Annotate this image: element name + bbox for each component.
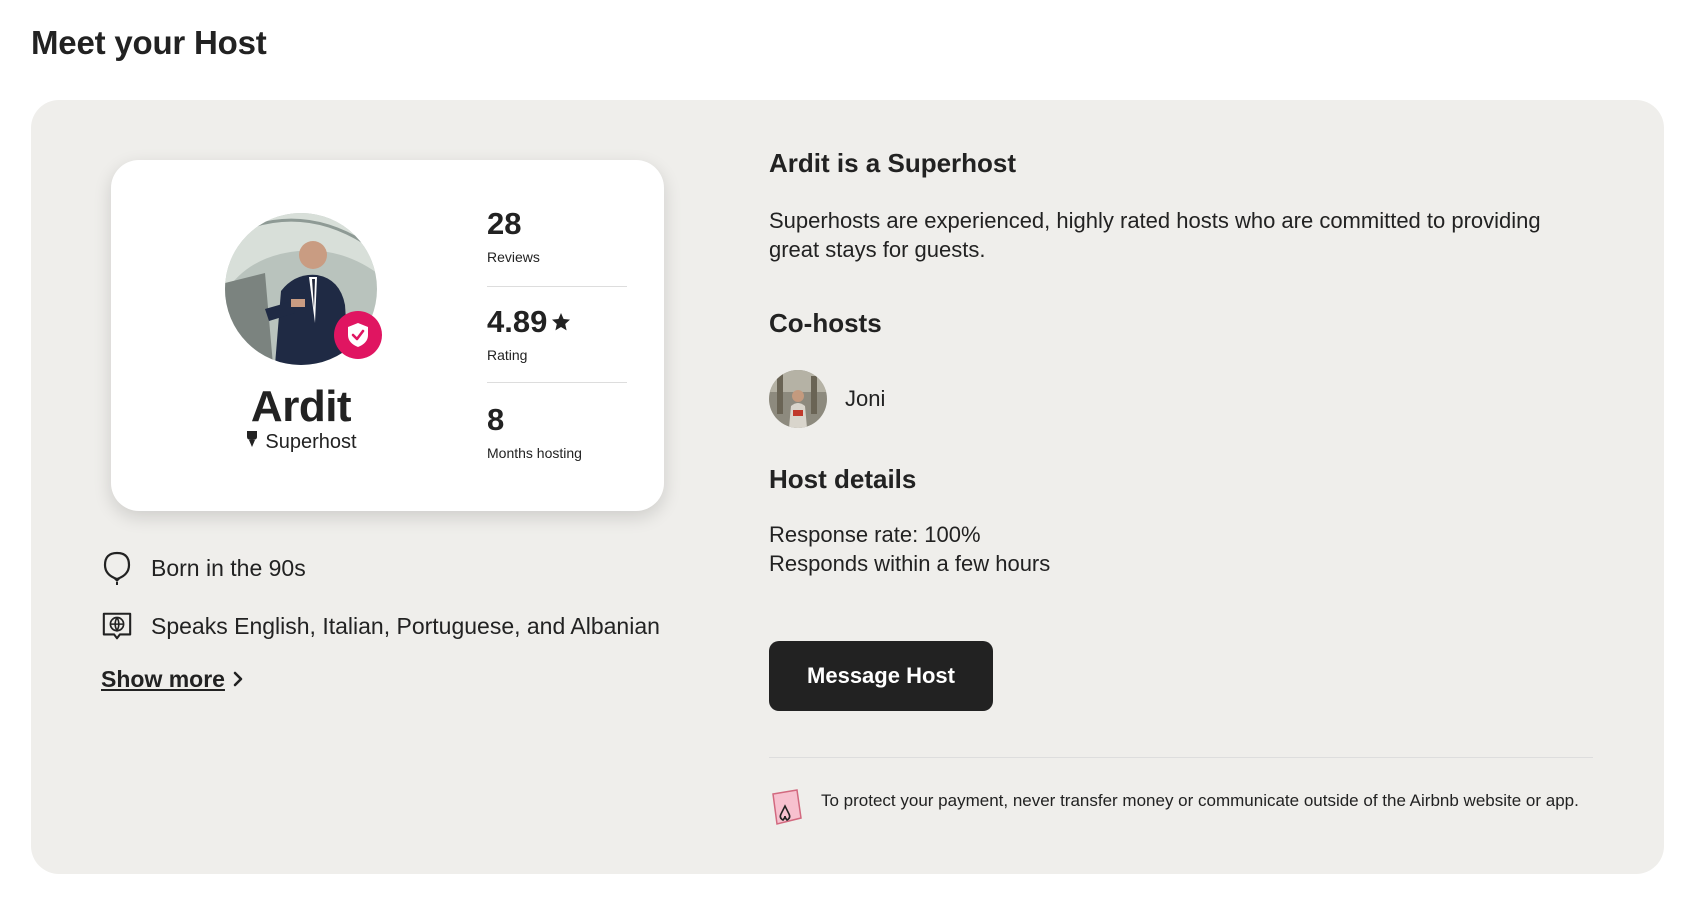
cohost-name: Joni	[845, 386, 886, 411]
show-more-link[interactable]: Show more	[101, 666, 243, 693]
message-host-button[interactable]: Message Host	[769, 641, 993, 711]
stat-rating-value: 4.89	[487, 304, 548, 339]
balloon-icon	[101, 551, 133, 585]
superhost-medal-icon	[245, 430, 259, 454]
airbnb-shield-icon	[769, 788, 803, 831]
section-title: Meet your Host	[31, 24, 267, 61]
cohost-item[interactable]: Joni	[769, 370, 885, 428]
superhost-title: Ardit is a Superhost	[769, 148, 1017, 178]
response-time: Responds within a few hours	[769, 551, 1051, 576]
fact-languages-text: Speaks English, Italian, Portuguese, and…	[151, 612, 660, 639]
divider	[769, 757, 1593, 758]
response-rate: Response rate: 100%	[769, 522, 981, 547]
superhost-description: Superhosts are experienced, highly rated…	[769, 208, 1541, 262]
stat-months-value: 8	[487, 402, 505, 437]
stat-reviews: 28 Reviews	[487, 208, 627, 265]
stat-reviews-value: 28	[487, 206, 522, 241]
language-globe-icon	[101, 610, 133, 642]
fact-languages: Speaks English, Italian, Portuguese, and…	[101, 610, 660, 642]
host-profile-card[interactable]: Ardit Superhost 28 Reviews 4.89 Rating 8…	[111, 160, 664, 511]
payment-notice-text: To protect your payment, never transfer …	[821, 791, 1579, 810]
stat-reviews-label: Reviews	[487, 249, 540, 265]
stat-divider	[487, 286, 627, 287]
host-panel: Ardit Superhost 28 Reviews 4.89 Rating 8…	[31, 100, 1664, 874]
payment-notice: To protect your payment, never transfer …	[769, 788, 1599, 831]
chevron-right-icon	[233, 666, 243, 693]
stat-rating-label: Rating	[487, 347, 528, 363]
stat-months-hosting: 8 Months hosting	[487, 404, 627, 461]
cohost-avatar	[769, 370, 827, 428]
verified-badge-icon	[334, 311, 382, 359]
fact-born: Born in the 90s	[101, 551, 306, 585]
stat-months-label: Months hosting	[487, 445, 582, 461]
fact-born-text: Born in the 90s	[151, 554, 306, 581]
superhost-badge: Superhost	[111, 430, 491, 454]
host-details: Response rate: 100% Responds within a fe…	[769, 520, 1050, 578]
show-more-label: Show more	[101, 666, 225, 692]
host-name: Ardit	[250, 382, 352, 431]
superhost-label: Superhost	[265, 430, 357, 453]
stat-divider	[487, 382, 627, 383]
stat-rating: 4.89 Rating	[487, 306, 627, 363]
cohosts-title: Co-hosts	[769, 308, 882, 338]
star-icon	[551, 306, 571, 337]
host-details-title: Host details	[769, 464, 917, 494]
